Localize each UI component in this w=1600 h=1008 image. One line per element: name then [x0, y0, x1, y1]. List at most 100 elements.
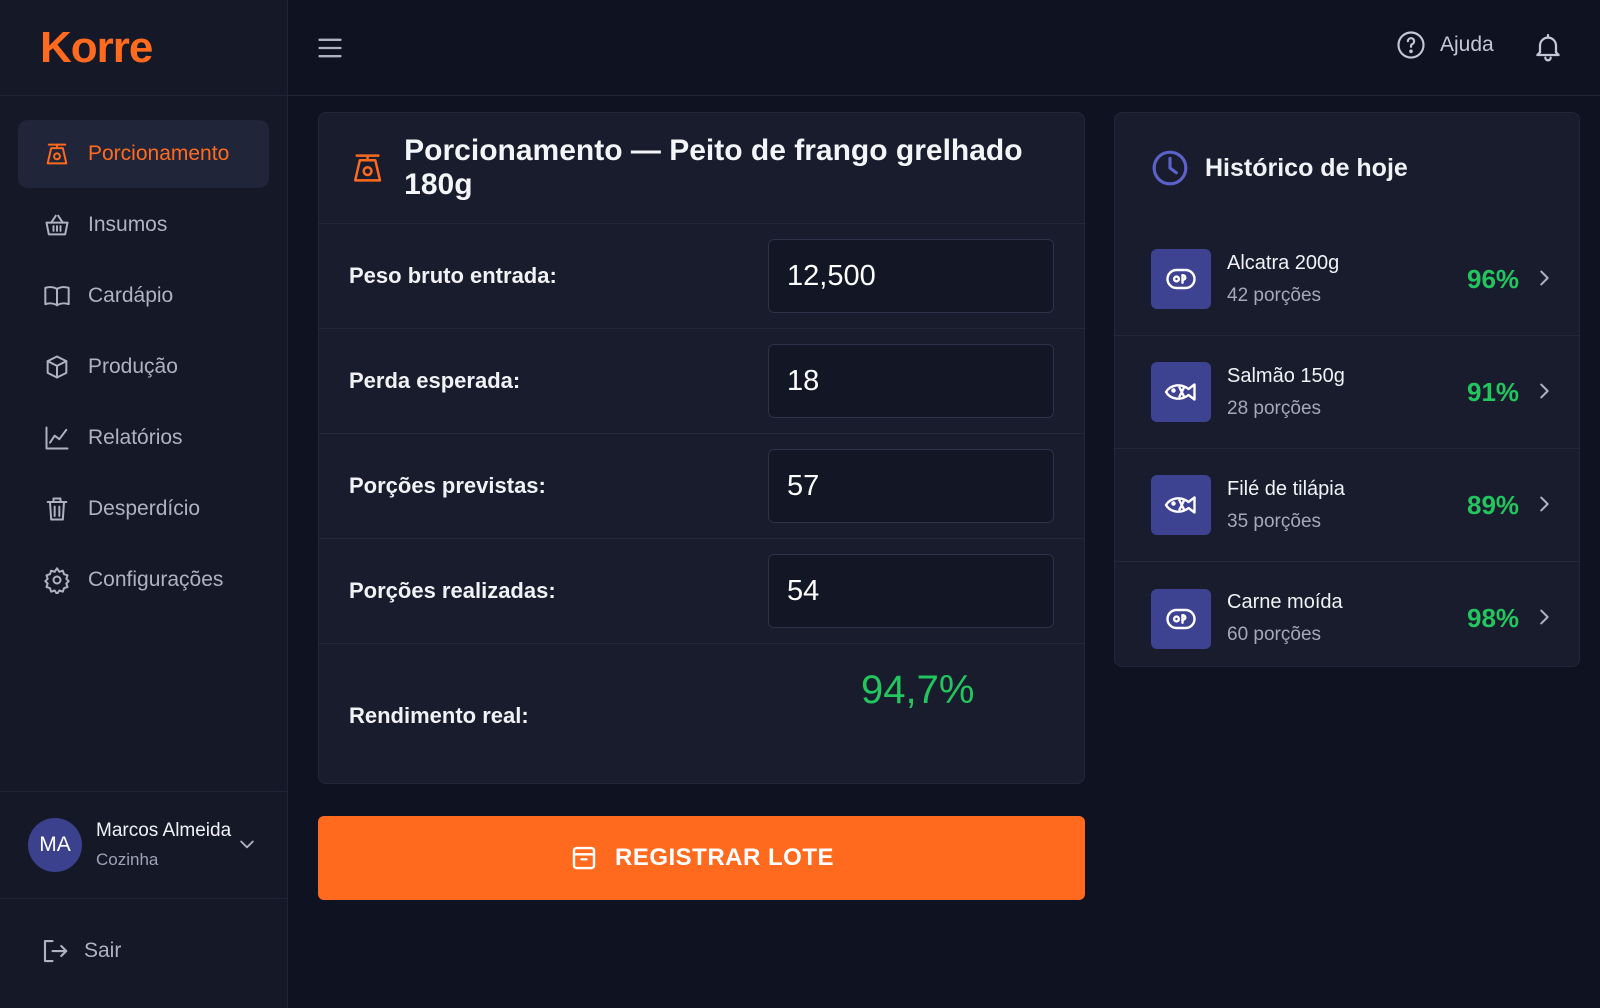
logout-icon [43, 939, 68, 963]
help-button[interactable]: Ajuda [1396, 30, 1494, 60]
history-thumb [1151, 362, 1211, 422]
sidebar-item-insumos[interactable]: Insumos [18, 191, 269, 259]
yield-row: Rendimento real: [319, 644, 1084, 788]
sidebar-item-label: Produção [88, 355, 178, 378]
fish-icon [1164, 383, 1196, 401]
history-thumb [1151, 588, 1211, 649]
field-label: Peso bruto entrada: [349, 263, 557, 288]
history-text: Salmão 150g 28 porções [1227, 365, 1345, 420]
sidebar-item-cardapio[interactable]: Cardápio [18, 262, 269, 330]
sidebar-item-label: Relatórios [88, 426, 183, 449]
history-name: Filé de tilápia [1227, 477, 1345, 500]
field-row-expected-loss: Perda esperada: % [319, 329, 1184, 434]
history-name: Salmão 150g [1227, 364, 1345, 387]
history-yield: 89% [1467, 490, 1520, 520]
history-item-tilapia[interactable]: Filé de tilápia 35 porções 89% [1115, 449, 1579, 562]
planned-portions-field: un [768, 449, 1188, 523]
sidebar-item-producao[interactable]: Produção [18, 333, 269, 401]
sidebar-item-desperdicio[interactable]: Desperdício [18, 475, 269, 543]
sidebar-item-label: Cardápio [88, 284, 174, 307]
history-title: Histórico de hoje [1205, 153, 1408, 182]
user-role: Cozinha [96, 850, 159, 869]
history-portions: 60 porções [1227, 624, 1322, 645]
logout-button[interactable]: Sair [40, 936, 121, 966]
register-batch-button[interactable]: REGISTRAR LOTE [318, 816, 1085, 900]
yield-value: 94,7% [861, 668, 975, 712]
sidebar-item-label: Desperdício [88, 497, 201, 520]
bell-icon[interactable] [1532, 30, 1564, 64]
steak-icon [1166, 268, 1196, 290]
register-batch-label: REGISTRAR LOTE [614, 844, 834, 871]
sidebar-item-label: Porcionamento [88, 142, 230, 165]
actual-portions-input[interactable] [769, 555, 1165, 627]
history-item-carne-moida[interactable]: Carne moída 60 porções 98% [1115, 562, 1579, 675]
fish-icon [1164, 496, 1196, 514]
sidebar-item-label: Configurações [88, 568, 224, 591]
history-text: Filé de tilápia 35 porções [1227, 478, 1345, 533]
gross-weight-field: kg [768, 239, 1187, 313]
expected-loss-field: % [768, 344, 1184, 418]
gross-weight-input[interactable] [769, 240, 1165, 312]
chevron-right-icon [1540, 383, 1549, 399]
gear-icon [42, 565, 72, 595]
topbar: Ajuda [288, 0, 1600, 96]
page-title: Porcionamento — Peito de frango grelhado… [404, 134, 1023, 201]
chart-icon [42, 423, 72, 453]
field-row-planned-portions: Porções previstas: un [319, 434, 1188, 539]
archive-icon [572, 846, 596, 870]
chevron-down-icon [240, 840, 254, 849]
field-label: Porções realizadas: [349, 578, 556, 603]
sidebar: Korre Porcionamento Insumos Cardápio Pro… [0, 0, 288, 1008]
user-name: Marcos Almeida [96, 820, 232, 841]
chevron-right-icon [1540, 496, 1549, 512]
history-yield: 91% [1467, 377, 1520, 407]
sidebar-item-porcionamento[interactable]: Porcionamento [18, 120, 269, 188]
sidebar-item-relatorios[interactable]: Relatórios [18, 404, 269, 472]
history-portions: 28 porções [1227, 397, 1322, 419]
history-portions: 35 porções [1227, 510, 1322, 532]
user-info: Marcos Almeida Cozinha [96, 820, 231, 870]
history-header: Histórico de hoje [1115, 113, 1579, 223]
chevron-right-icon [1540, 270, 1549, 286]
help-label: Ajuda [1440, 33, 1494, 56]
book-icon [42, 281, 72, 311]
history-yield: 98% [1467, 603, 1520, 633]
history-text: Alcatra 200g 42 porções [1227, 252, 1339, 307]
yield-label: Rendimento real: [349, 703, 529, 728]
brand-logo[interactable]: Korre [0, 0, 287, 96]
field-label: Perda esperada: [349, 368, 521, 393]
help-icon [1397, 31, 1425, 59]
field-row-gross-weight: Peso bruto entrada: kg [319, 224, 1187, 329]
expected-loss-input[interactable] [769, 345, 1165, 417]
logout-label: Sair [84, 939, 122, 962]
user-menu[interactable]: MA Marcos Almeida Cozinha [0, 791, 287, 899]
sidebar-item-configuracoes[interactable]: Configurações [18, 546, 269, 614]
scale-icon [42, 139, 72, 169]
clock-icon [1152, 150, 1188, 186]
sidebar-nav: Porcionamento Insumos Cardápio Produção … [0, 96, 287, 614]
menu-icon[interactable] [316, 34, 344, 62]
chevron-right-icon [1540, 609, 1549, 625]
history-thumb [1151, 249, 1211, 309]
history-item-alcatra[interactable]: Alcatra 200g 42 porções 96% [1115, 223, 1579, 336]
sidebar-item-label: Insumos [88, 213, 168, 236]
field-label: Porções previstas: [349, 473, 546, 498]
avatar: MA [28, 818, 82, 872]
history-item-salmao[interactable]: Salmão 150g 28 porções 91% [1115, 336, 1579, 449]
steak-icon [1166, 608, 1196, 629]
portioning-card: Porcionamento — Peito de frango grelhado… [318, 112, 1188, 784]
history-portions: 42 porções [1227, 284, 1322, 306]
actual-portions-field: un [768, 554, 1188, 628]
history-card: Histórico de hoje Alcatra 200g 42 porçõe… [1114, 112, 1580, 667]
history-text: Carne moída 60 porções [1227, 591, 1343, 646]
box-icon [42, 352, 72, 382]
card-header: Porcionamento — Peito de frango grelhado… [319, 113, 1084, 224]
planned-portions-input[interactable] [769, 450, 1165, 522]
history-name: Alcatra 200g [1227, 251, 1340, 274]
basket-icon [42, 210, 72, 240]
history-name: Carne moída [1227, 591, 1343, 613]
scale-icon [353, 154, 382, 182]
trash-icon [42, 494, 72, 524]
history-yield: 96% [1467, 264, 1520, 294]
history-thumb [1151, 475, 1211, 535]
